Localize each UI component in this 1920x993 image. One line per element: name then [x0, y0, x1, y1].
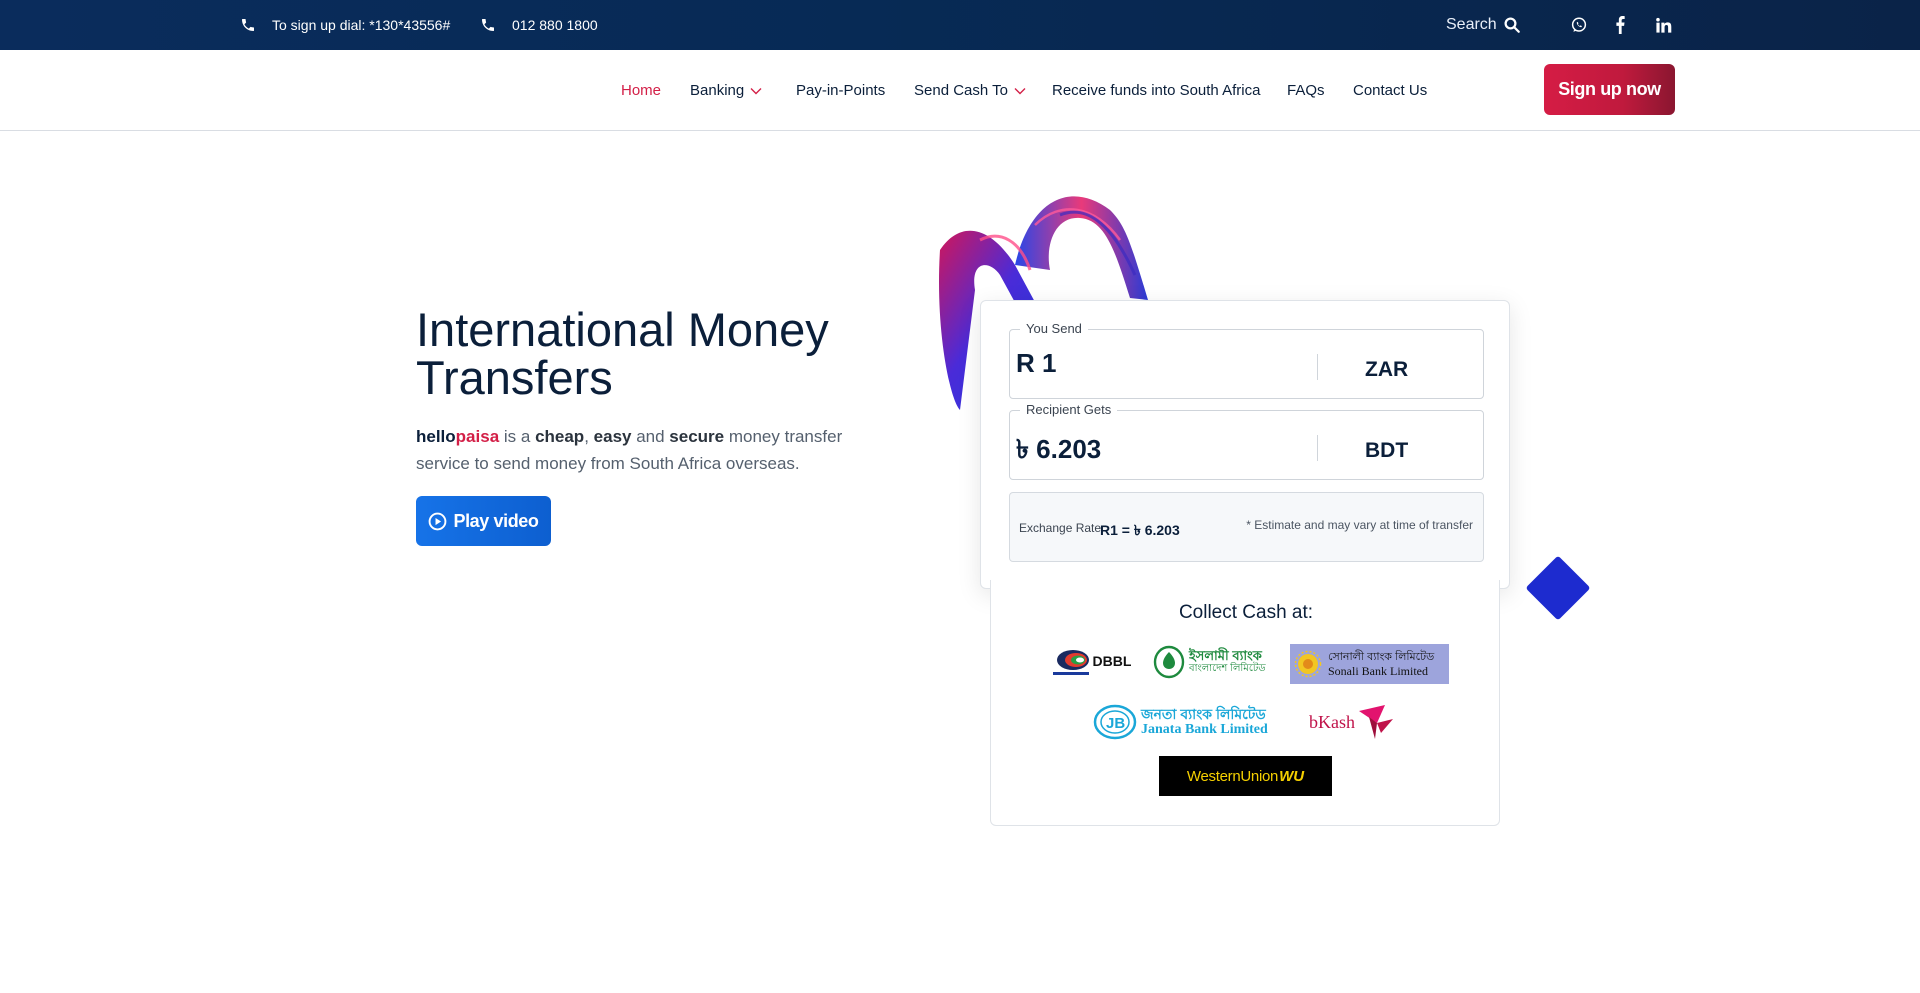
search-label: Search — [1446, 16, 1497, 33]
signup-dial-info: To sign up dial: *130*43556# — [240, 0, 450, 50]
sonali-bank-line2: Sonali Bank Limited — [1328, 664, 1428, 678]
transfer-calculator: You Send R 1 ZAR Recipient Gets ৳ 6.203 … — [980, 300, 1510, 589]
brand-name-part1: hello — [416, 427, 456, 446]
sonali-bank-emblem-icon — [1294, 650, 1322, 678]
janata-bank-line2: Janata Bank Limited — [1141, 722, 1268, 737]
nav-faqs[interactable]: FAQs — [1287, 50, 1325, 131]
hero-desc-text: and — [631, 427, 670, 446]
nav-send-cash-to[interactable]: Send Cash To — [914, 50, 1026, 131]
janata-bank-line1: জনতা ব্যাংক লিমিটেড — [1141, 706, 1266, 722]
nav-banking[interactable]: Banking — [690, 50, 762, 131]
bkash-bird-icon — [1359, 705, 1393, 739]
hero-description: hellopaisa is a cheap, easy and secure m… — [416, 423, 856, 477]
nav-faqs-label: FAQs — [1287, 82, 1325, 99]
exchange-rate-label: Exchange Rate — [1019, 521, 1102, 535]
you-send-label: You Send — [1020, 321, 1088, 336]
dbbl-mark-icon — [1052, 650, 1089, 675]
search-button[interactable]: Search — [1446, 0, 1521, 50]
hero-desc-text: , — [584, 427, 594, 446]
western-union-text: WesternUnion — [1186, 767, 1279, 785]
whatsapp-icon — [1571, 17, 1587, 32]
hero-desc-easy: easy — [593, 427, 632, 446]
nav-contact-us-label: Contact Us — [1353, 82, 1428, 99]
bkash-text: bKash — [1309, 711, 1355, 732]
receive-currency-select[interactable]: BDT — [1365, 439, 1455, 463]
nav-home-label: Home — [621, 82, 662, 99]
nav-pay-in-points-label: Pay-in-Points — [796, 82, 886, 99]
phone-number: 012 880 1800 — [512, 17, 598, 33]
nav-pay-in-points[interactable]: Pay-in-Points — [796, 50, 885, 131]
signup-dial-text: To sign up dial: *130*43556# — [272, 17, 451, 33]
search-icon — [1504, 17, 1520, 33]
bkash-logo: bKash — [1309, 702, 1395, 742]
recipient-gets-label: Recipient Gets — [1020, 402, 1118, 417]
you-send-amount[interactable]: R 1 — [1016, 348, 1056, 379]
hero-desc-text: is a — [499, 427, 536, 446]
exchange-rate-box: Exchange Rate R1 = ৳ 6.203 * Estimate an… — [1009, 492, 1484, 562]
brand-name-part2: paisa — [455, 427, 500, 446]
collect-cash-panel: Collect Cash at: DBBL ইসলামী ব্যাংক বাংল… — [990, 580, 1500, 826]
janata-bank-logo: JB জনতা ব্যাংক লিমিটেড Janata Bank Limit… — [1093, 702, 1291, 742]
linkedin-link[interactable] — [1655, 0, 1672, 50]
nav-banking-label: Banking — [690, 82, 745, 99]
svg-text:JB: JB — [1106, 715, 1125, 732]
facebook-link[interactable] — [1613, 0, 1627, 50]
western-union-logo: WesternUnion WU — [1159, 756, 1332, 796]
main-nav: Home Banking Pay-in-Points Send Cash To … — [0, 50, 1920, 131]
nav-contact-us[interactable]: Contact Us — [1353, 50, 1427, 131]
recipient-gets-amount[interactable]: ৳ 6.203 — [1016, 429, 1101, 473]
phone-link[interactable]: 012 880 1800 — [480, 0, 598, 50]
field-separator — [1317, 435, 1318, 461]
western-union-mark: WU — [1279, 767, 1305, 785]
whatsapp-link[interactable] — [1570, 0, 1588, 50]
exchange-rate-value: R1 = ৳ 6.203 — [1100, 522, 1180, 538]
dbbl-text: DBBL — [1092, 653, 1132, 669]
exchange-rate-note: * Estimate and may vary at time of trans… — [1246, 518, 1473, 532]
hero-title: International Money Transfers — [416, 303, 829, 404]
hero-desc-secure: secure — [669, 427, 725, 446]
facebook-icon — [1616, 16, 1625, 34]
play-video-button[interactable]: Play video — [416, 496, 551, 546]
dbbl-logo: DBBL — [1047, 644, 1135, 678]
islami-bank-line2: বাংলাদেশ লিমিটেড — [1189, 663, 1266, 674]
islami-bank-line1: ইসলামী ব্যাংক — [1189, 648, 1262, 663]
top-bar: To sign up dial: *130*43556# 012 880 180… — [0, 0, 1920, 50]
play-circle-icon — [429, 512, 447, 530]
recipient-gets-field[interactable]: Recipient Gets ৳ 6.203 BDT — [1009, 402, 1484, 480]
islami-bank-text: ইসলামী ব্যাংক বাংলাদেশ লিমিটেড — [1189, 649, 1266, 675]
phone-icon — [482, 19, 494, 31]
sonali-bank-text: সোনালী ব্যাংক লিমিটেড Sonali Bank Limite… — [1328, 650, 1434, 678]
nav-receive-funds-label: Receive funds into South Africa — [1052, 82, 1261, 99]
play-video-label: Play video — [453, 510, 539, 531]
sonali-bank-line1: সোনালী ব্যাংক লিমিটেড — [1328, 651, 1435, 663]
you-send-field[interactable]: You Send R 1 ZAR — [1009, 321, 1484, 399]
diamond-decoration — [1525, 555, 1591, 621]
collect-cash-title: Collect Cash at: — [1178, 602, 1314, 623]
nav-receive-funds[interactable]: Receive funds into South Africa — [1052, 50, 1260, 131]
chevron-down-icon — [1014, 87, 1026, 94]
nav-send-cash-to-label: Send Cash To — [914, 82, 1008, 99]
janata-bank-emblem-icon: JB — [1093, 704, 1137, 740]
linkedin-icon — [1656, 17, 1672, 33]
phone-icon — [242, 19, 254, 31]
chevron-down-icon — [750, 87, 762, 94]
hero-desc-cheap: cheap — [535, 427, 585, 446]
send-currency-select[interactable]: ZAR — [1365, 358, 1455, 382]
field-separator — [1317, 354, 1318, 380]
sonali-bank-logo: সোনালী ব্যাংক লিমিটেড Sonali Bank Limite… — [1290, 644, 1449, 684]
nav-home[interactable]: Home — [621, 50, 661, 131]
sign-up-button[interactable]: Sign up now — [1544, 64, 1675, 115]
islami-bank-emblem-icon — [1153, 645, 1185, 679]
janata-bank-text: জনতা ব্যাংক লিমিটেড Janata Bank Limited — [1141, 706, 1268, 738]
islami-bank-logo: ইসলামী ব্যাংক বাংলাদেশ লিমিটেড — [1153, 642, 1277, 682]
